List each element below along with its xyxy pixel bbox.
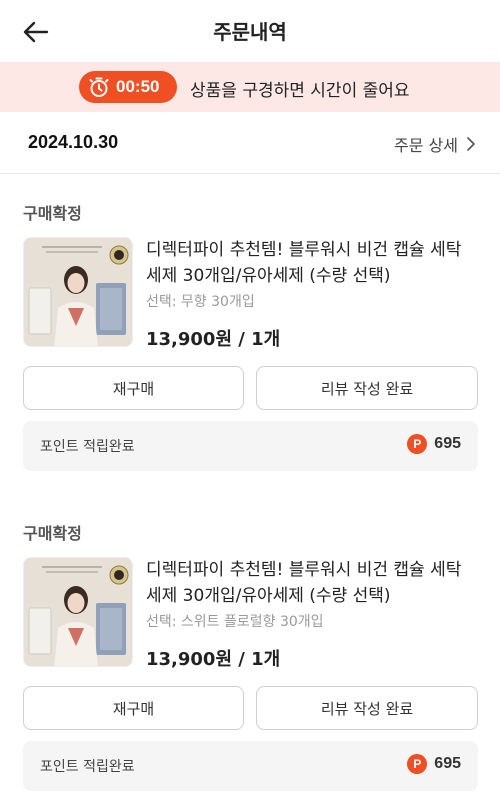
points-row: 포인트 적립완료 P 695 [23, 421, 478, 471]
points-label: 포인트 적립완료 [40, 759, 135, 775]
points-value-group: P 695 [407, 754, 461, 774]
product-price: 13,900원 / 1개 [146, 649, 281, 670]
product-name-line-1: 디렉터파이 추천템! 블루워시 비건 캡슐 세탁 [146, 240, 462, 260]
review-button[interactable]: 리뷰 작성 완료 [256, 686, 478, 730]
order-date: 2024.10.30 [28, 132, 119, 152]
product-thumbnail[interactable] [23, 557, 133, 667]
rebuy-button[interactable]: 재구매 [23, 686, 244, 730]
order-item: 구매확정 디렉터파이 추천템! 블루워시 비건 캡슐 세탁 세제 30개입/유아… [0, 494, 500, 794]
stopwatch-icon [89, 77, 109, 97]
chevron-right-icon [467, 137, 475, 151]
point-p-icon: P [407, 754, 428, 774]
product-name-line-2: 세제 30개입/유아세제 (수량 선택) [146, 586, 391, 606]
points-value-group: P 695 [407, 434, 461, 454]
rebuy-button[interactable]: 재구매 [23, 366, 244, 410]
timer-message: 상품을 구경하면 시간이 줄어요 [190, 81, 410, 101]
product-option: 선택: 스위트 플로럴향 30개입 [146, 614, 324, 630]
app-header: 주문내역 [0, 0, 500, 62]
points-value: 695 [434, 435, 461, 452]
timer-pill: 00:50 [79, 71, 177, 103]
points-row: 포인트 적립완료 P 695 [23, 741, 478, 791]
product-photo [24, 238, 132, 346]
order-detail-link[interactable]: 주문 상세 [394, 132, 476, 156]
review-button[interactable]: 리뷰 작성 완료 [256, 366, 478, 410]
product-name-line-2: 세제 30개입/유아세제 (수량 선택) [146, 266, 391, 286]
product-thumbnail[interactable] [23, 237, 133, 347]
order-detail-label: 주문 상세 [394, 136, 458, 155]
product-name-line-1: 디렉터파이 추천템! 블루워시 비건 캡슐 세탁 [146, 560, 462, 580]
product-name[interactable]: 디렉터파이 추천템! 블루워시 비건 캡슐 세탁 세제 30개입/유아세제 (수… [146, 237, 486, 289]
product-name[interactable]: 디렉터파이 추천템! 블루워시 비건 캡슐 세탁 세제 30개입/유아세제 (수… [146, 557, 486, 609]
page-title: 주문내역 [213, 20, 287, 44]
purchase-status: 구매확정 [23, 524, 82, 543]
points-label: 포인트 적립완료 [40, 439, 135, 455]
order-date-row: 2024.10.30 주문 상세 [0, 112, 500, 174]
product-price: 13,900원 / 1개 [146, 329, 281, 350]
order-item: 구매확정 디렉터파이 추천템! 블루워시 비건 캡슐 세탁 세제 30개입/유아… [0, 174, 500, 474]
points-value: 695 [434, 755, 461, 772]
point-p-icon: P [407, 434, 428, 454]
timer-value: 00:50 [116, 77, 160, 96]
product-option: 선택: 무향 30개입 [146, 294, 255, 310]
product-photo [24, 558, 132, 666]
timer-banner[interactable]: 00:50 상품을 구경하면 시간이 줄어요 [0, 62, 500, 112]
purchase-status: 구매확정 [23, 204, 82, 223]
